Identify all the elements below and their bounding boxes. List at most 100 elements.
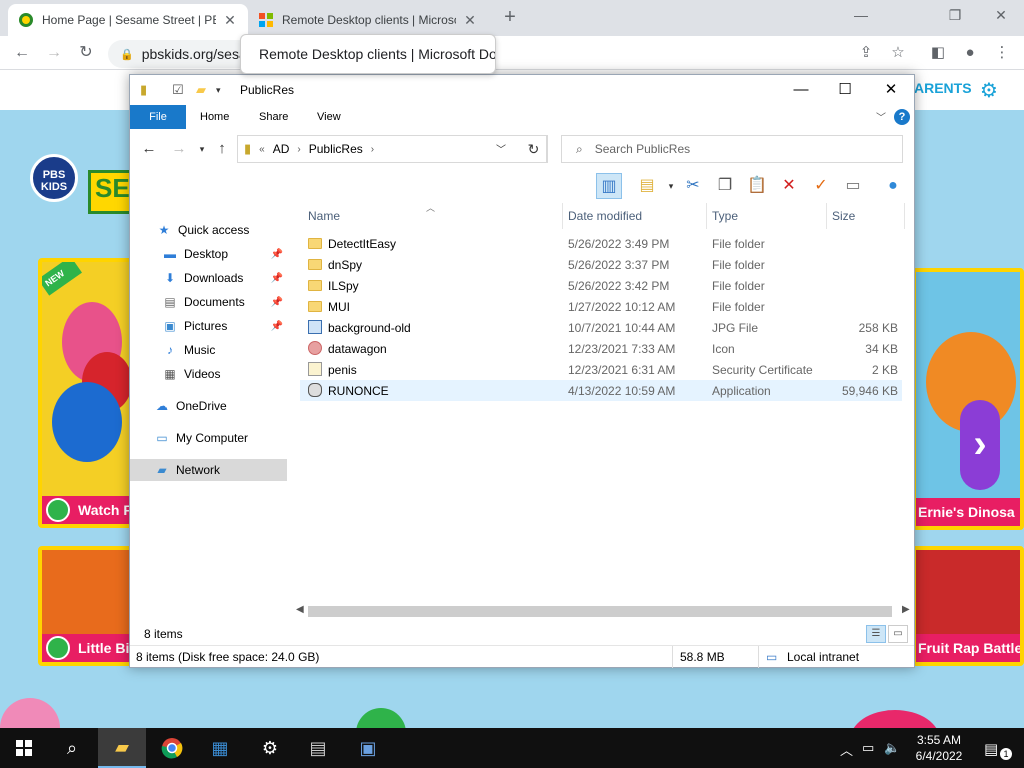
scroll-right-icon[interactable]: ▶ — [902, 604, 910, 615]
chevron-right-icon[interactable]: › — [297, 144, 300, 155]
game-card-ernie[interactable]: Ernie's Dinosa — [912, 268, 1024, 530]
minimize-icon[interactable]: — — [778, 75, 824, 105]
folder-options-icon[interactable]: ▤ — [634, 173, 660, 199]
nav-pictures[interactable]: ▣ Pictures 📌 — [130, 315, 287, 337]
side-panel-icon[interactable]: ◧ — [926, 41, 950, 65]
search-icon[interactable]: ⌕ — [48, 728, 96, 768]
forward-icon[interactable]: → — [169, 139, 189, 159]
reload-icon[interactable]: ↻ — [74, 41, 98, 65]
delete-icon[interactable]: ✕ — [776, 173, 802, 199]
column-date-modified[interactable]: Date modified — [568, 209, 642, 223]
forward-icon[interactable]: → — [42, 41, 66, 65]
nav-videos[interactable]: ▦ Videos — [130, 363, 287, 385]
column-divider[interactable] — [904, 203, 905, 229]
customize-toolbar-icon[interactable]: ▾ — [216, 85, 221, 96]
file-row[interactable]: DetectItEasy 5/26/2022 3:49 PM File fold… — [300, 233, 902, 254]
properties-box-icon[interactable]: ▭ — [840, 173, 866, 199]
large-icons-view-icon[interactable]: ▭ — [888, 625, 908, 643]
nav-documents[interactable]: ▤ Documents 📌 — [130, 291, 287, 313]
close-window-icon[interactable]: ✕ — [978, 0, 1024, 30]
nav-music[interactable]: ♪ Music — [130, 339, 287, 361]
column-type[interactable]: Type — [712, 209, 738, 223]
back-icon[interactable]: ← — [10, 41, 34, 65]
paste-icon[interactable]: 📋 — [744, 173, 770, 199]
breadcrumb-ad[interactable]: AD — [273, 142, 290, 156]
menu-kebab-icon[interactable]: ⋮ — [990, 41, 1014, 65]
column-divider[interactable] — [562, 203, 563, 229]
game-card-fruit-rap[interactable]: Fruit Rap Battle — [912, 546, 1024, 666]
tray-expand-icon[interactable]: ︿ — [840, 740, 853, 759]
windows-start-icon[interactable] — [0, 728, 48, 768]
column-divider[interactable] — [826, 203, 827, 229]
minimize-icon[interactable]: — — [838, 0, 884, 30]
tab-sesame-street[interactable]: Home Page | Sesame Street | PBS KIDS ✕ — [8, 4, 248, 36]
search-input[interactable]: ⌕ Search PublicRes — [561, 135, 903, 163]
profile-icon[interactable]: ● — [958, 41, 982, 65]
nav-network[interactable]: ▰ Network — [130, 459, 287, 481]
share-icon[interactable]: ⇪ — [854, 41, 878, 65]
tab-file[interactable]: File — [130, 105, 186, 129]
close-tab-icon[interactable]: ✕ — [222, 12, 238, 29]
chevron-down-icon[interactable]: ﹀ — [496, 141, 506, 156]
horizontal-scrollbar[interactable]: ◀ ▶ — [292, 603, 914, 619]
chevron-right-icon[interactable]: › — [371, 144, 374, 155]
nav-my-computer[interactable]: ▭ My Computer — [130, 427, 287, 449]
preview-pane-icon[interactable]: ▥ — [596, 173, 622, 199]
close-icon[interactable]: ✕ — [868, 75, 914, 105]
up-folder-icon[interactable]: ↑ — [212, 139, 232, 159]
close-tab-icon[interactable]: ✕ — [462, 12, 478, 29]
nav-desktop[interactable]: ▬ Desktop 📌 — [130, 243, 287, 265]
file-row[interactable]: datawagon 12/23/2021 7:33 AM Icon 34 KB — [300, 338, 902, 359]
nav-downloads[interactable]: ⬇ Downloads 📌 — [130, 267, 287, 289]
file-row-selected[interactable]: RUNONCE 4/13/2022 10:59 AM Application 5… — [300, 380, 902, 401]
copy-icon[interactable]: ❐ — [712, 173, 738, 199]
tab-home[interactable]: Home — [186, 105, 243, 129]
details-view-icon[interactable]: ☰ — [866, 625, 886, 643]
server-manager-icon[interactable]: ▦ — [196, 728, 244, 768]
file-row[interactable]: ILSpy 5/26/2022 3:42 PM File folder — [300, 275, 902, 296]
pbs-kids-logo[interactable]: PBS KIDS — [30, 154, 78, 202]
settings-gear-icon[interactable]: ⚙ — [246, 728, 294, 768]
network-share-icon[interactable]: ▤ — [294, 728, 342, 768]
video-card-watch[interactable]: NEW Watch F — [38, 258, 138, 528]
gear-icon[interactable]: ⚙ — [980, 78, 998, 103]
refresh-icon[interactable]: ↻ — [520, 135, 548, 163]
cut-icon[interactable]: ✂ — [680, 173, 706, 199]
back-icon[interactable]: ← — [139, 139, 159, 159]
recent-locations-icon[interactable]: ▾ — [192, 139, 212, 159]
new-folder-icon[interactable]: ▰ — [196, 82, 206, 98]
video-card-little[interactable]: Little Bi — [38, 546, 138, 666]
properties-icon[interactable]: ☑ — [172, 82, 184, 98]
scroll-left-icon[interactable]: ◀ — [296, 604, 304, 615]
file-row[interactable]: MUI 1/27/2022 10:12 AM File folder — [300, 296, 902, 317]
expand-ribbon-icon[interactable]: ﹀ — [876, 109, 886, 124]
column-size[interactable]: Size — [832, 209, 855, 223]
file-row[interactable]: background-old 10/7/2021 10:44 AM JPG Fi… — [300, 317, 902, 338]
new-tab-icon[interactable]: + — [498, 6, 522, 30]
restore-icon[interactable]: ❐ — [932, 0, 978, 30]
undo-check-icon[interactable]: ✓ — [808, 173, 834, 199]
tab-view[interactable]: View — [303, 105, 355, 129]
nav-quick-access[interactable]: ★ Quick access — [130, 219, 287, 241]
tab-share[interactable]: Share — [245, 105, 302, 129]
address-bar[interactable]: 🔒 pbskids.org/sesa — [108, 40, 248, 68]
nav-onedrive[interactable]: ☁ OneDrive — [130, 395, 287, 417]
chrome-taskbar-icon[interactable] — [148, 728, 196, 768]
file-row[interactable]: penis 12/23/2021 6:31 AM Security Certif… — [300, 359, 902, 380]
network-tray-icon[interactable]: ▭ — [862, 740, 874, 756]
parents-link[interactable]: ARENTS — [914, 80, 972, 96]
column-divider[interactable] — [706, 203, 707, 229]
tab-remote-desktop[interactable]: Remote Desktop clients | Microsoft Docs … — [248, 4, 488, 36]
breadcrumb-publicres[interactable]: PublicRes — [309, 142, 363, 156]
overflow-chevron-icon[interactable]: « — [259, 144, 265, 155]
column-name[interactable]: Name — [308, 209, 340, 223]
bookmark-star-icon[interactable]: ☆ — [886, 41, 910, 65]
notification-icon[interactable]: ▤ — [984, 740, 998, 758]
globe-icon[interactable]: ● — [880, 173, 906, 199]
carousel-next-icon[interactable]: › — [960, 400, 1000, 490]
file-explorer-taskbar-icon[interactable]: ▰ — [98, 728, 146, 768]
scrollbar-thumb[interactable] — [308, 606, 892, 617]
remote-desktop-icon[interactable]: ▣ — [344, 728, 392, 768]
file-row[interactable]: dnSpy 5/26/2022 3:37 PM File folder — [300, 254, 902, 275]
system-clock[interactable]: 3:55 AM 6/4/2022 — [896, 732, 982, 764]
